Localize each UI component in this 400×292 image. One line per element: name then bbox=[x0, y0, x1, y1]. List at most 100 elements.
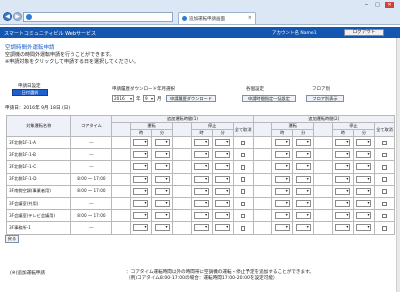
start-minute-select[interactable] bbox=[295, 187, 311, 195]
history-download-button[interactable]: 申請履歴ダウンロード bbox=[166, 95, 216, 102]
stop-minute-select[interactable] bbox=[215, 212, 231, 220]
vertical-scrollbar[interactable] bbox=[396, 38, 400, 292]
stop-minute-select[interactable] bbox=[215, 151, 231, 159]
start-hour-select[interactable] bbox=[274, 175, 290, 183]
start-hour-select[interactable] bbox=[133, 139, 149, 147]
stop-hour-select[interactable] bbox=[194, 139, 210, 147]
start-hour-select[interactable] bbox=[133, 200, 149, 208]
stop-hour-select[interactable] bbox=[194, 224, 210, 232]
start-hour-select[interactable] bbox=[133, 187, 149, 195]
stop-hour-select[interactable] bbox=[194, 175, 210, 183]
stop-minute-select[interactable] bbox=[356, 139, 372, 147]
cancel-checkbox[interactable] bbox=[240, 213, 246, 219]
start-minute-select[interactable] bbox=[154, 139, 170, 147]
start-hour-select[interactable] bbox=[133, 224, 149, 232]
start-hour-select[interactable] bbox=[274, 212, 290, 220]
start-minute-select[interactable] bbox=[154, 175, 170, 183]
stop-hour-select[interactable] bbox=[194, 187, 210, 195]
stop-minute-select[interactable] bbox=[215, 139, 231, 147]
row-name[interactable]: 3F北側1F-1-B bbox=[5, 148, 72, 162]
start-hour-select[interactable] bbox=[274, 187, 290, 195]
start-minute-select[interactable] bbox=[154, 163, 170, 171]
cancel-checkbox[interactable] bbox=[382, 213, 387, 219]
start-minute-select[interactable] bbox=[154, 200, 170, 208]
stop-hour-select[interactable] bbox=[335, 187, 351, 195]
cancel-checkbox[interactable] bbox=[382, 177, 387, 182]
year-select[interactable]: 2016 bbox=[112, 95, 134, 102]
stop-hour-select[interactable] bbox=[194, 163, 210, 171]
start-minute-select[interactable] bbox=[295, 175, 311, 183]
maximize-icon[interactable]: □ bbox=[373, 2, 382, 8]
start-hour-select[interactable] bbox=[274, 151, 290, 159]
minimize-icon[interactable]: ─ bbox=[362, 2, 371, 8]
start-minute-select[interactable] bbox=[295, 139, 311, 147]
start-hour-select[interactable] bbox=[133, 163, 149, 171]
cancel-checkbox[interactable] bbox=[240, 177, 246, 182]
start-minute-select[interactable] bbox=[154, 151, 170, 159]
cancel-checkbox[interactable] bbox=[240, 201, 246, 207]
stop-minute-select[interactable] bbox=[215, 200, 231, 208]
row-name[interactable]: 3F北側1F-1-A bbox=[5, 135, 72, 150]
start-minute-select[interactable] bbox=[295, 200, 311, 208]
month-select[interactable]: 9 bbox=[143, 95, 155, 102]
cancel-checkbox[interactable] bbox=[240, 140, 246, 146]
row-name[interactable]: 3F会議室(テレビ会議用) bbox=[5, 209, 72, 223]
floor-view-button[interactable]: フロア別表示 bbox=[306, 95, 344, 102]
cancel-checkbox[interactable] bbox=[240, 226, 246, 231]
date-select-button[interactable]: 日付選択 bbox=[12, 89, 48, 96]
stop-hour-select[interactable] bbox=[194, 212, 210, 220]
cancel-checkbox[interactable] bbox=[382, 226, 387, 231]
start-minute-select[interactable] bbox=[154, 187, 170, 195]
bulk-time-setting-button[interactable]: 申請時間指定一括設定 bbox=[242, 95, 296, 102]
start-hour-select[interactable] bbox=[274, 163, 290, 171]
stop-hour-select[interactable] bbox=[335, 175, 351, 183]
address-bar[interactable] bbox=[23, 12, 173, 22]
row-name[interactable]: 3F事務所-1 bbox=[5, 221, 72, 235]
stop-minute-select[interactable] bbox=[215, 187, 231, 195]
stop-hour-select[interactable] bbox=[335, 139, 351, 147]
start-minute-select[interactable] bbox=[295, 224, 311, 232]
start-hour-select[interactable] bbox=[274, 139, 290, 147]
cancel-checkbox[interactable] bbox=[382, 201, 387, 207]
cancel-checkbox[interactable] bbox=[382, 165, 387, 170]
cancel-checkbox[interactable] bbox=[382, 140, 387, 146]
close-window-icon[interactable]: ✕ bbox=[385, 2, 394, 8]
start-minute-select[interactable] bbox=[295, 151, 311, 159]
start-hour-select[interactable] bbox=[274, 224, 290, 232]
row-name[interactable]: 3F北側1F-1-C bbox=[5, 160, 72, 174]
stop-minute-select[interactable] bbox=[356, 187, 372, 195]
browser-tab[interactable]: 追加運転申請画面 × bbox=[178, 12, 256, 24]
stop-hour-select[interactable] bbox=[335, 163, 351, 171]
cancel-checkbox[interactable] bbox=[382, 152, 387, 158]
cancel-checkbox[interactable] bbox=[240, 189, 246, 194]
start-minute-select[interactable] bbox=[154, 212, 170, 220]
stop-hour-select[interactable] bbox=[335, 224, 351, 232]
stop-hour-select[interactable] bbox=[335, 200, 351, 208]
start-hour-select[interactable] bbox=[274, 200, 290, 208]
start-hour-select[interactable] bbox=[133, 175, 149, 183]
row-name[interactable]: 3F会議室(共用) bbox=[5, 196, 72, 211]
tab-close-icon[interactable]: × bbox=[248, 15, 252, 21]
start-hour-select[interactable] bbox=[133, 212, 149, 220]
stop-minute-select[interactable] bbox=[356, 224, 372, 232]
cancel-checkbox[interactable] bbox=[240, 152, 246, 158]
start-minute-select[interactable] bbox=[154, 224, 170, 232]
start-hour-select[interactable] bbox=[133, 151, 149, 159]
stop-hour-select[interactable] bbox=[194, 200, 210, 208]
stop-hour-select[interactable] bbox=[194, 151, 210, 159]
start-minute-select[interactable] bbox=[295, 163, 311, 171]
forward-nav-button[interactable]: ▶ bbox=[13, 12, 22, 21]
logout-button[interactable]: ログアウト bbox=[344, 29, 384, 36]
stop-minute-select[interactable] bbox=[356, 212, 372, 220]
stop-minute-select[interactable] bbox=[215, 175, 231, 183]
stop-minute-select[interactable] bbox=[356, 175, 372, 183]
stop-minute-select[interactable] bbox=[356, 151, 372, 159]
start-minute-select[interactable] bbox=[295, 212, 311, 220]
stop-minute-select[interactable] bbox=[215, 163, 231, 171]
stop-hour-select[interactable] bbox=[335, 151, 351, 159]
row-name[interactable]: 3F南側空調(事業者用) bbox=[5, 184, 72, 198]
stop-minute-select[interactable] bbox=[356, 163, 372, 171]
back-button[interactable]: 戻る bbox=[5, 235, 19, 243]
stop-minute-select[interactable] bbox=[356, 200, 372, 208]
stop-hour-select[interactable] bbox=[335, 212, 351, 220]
